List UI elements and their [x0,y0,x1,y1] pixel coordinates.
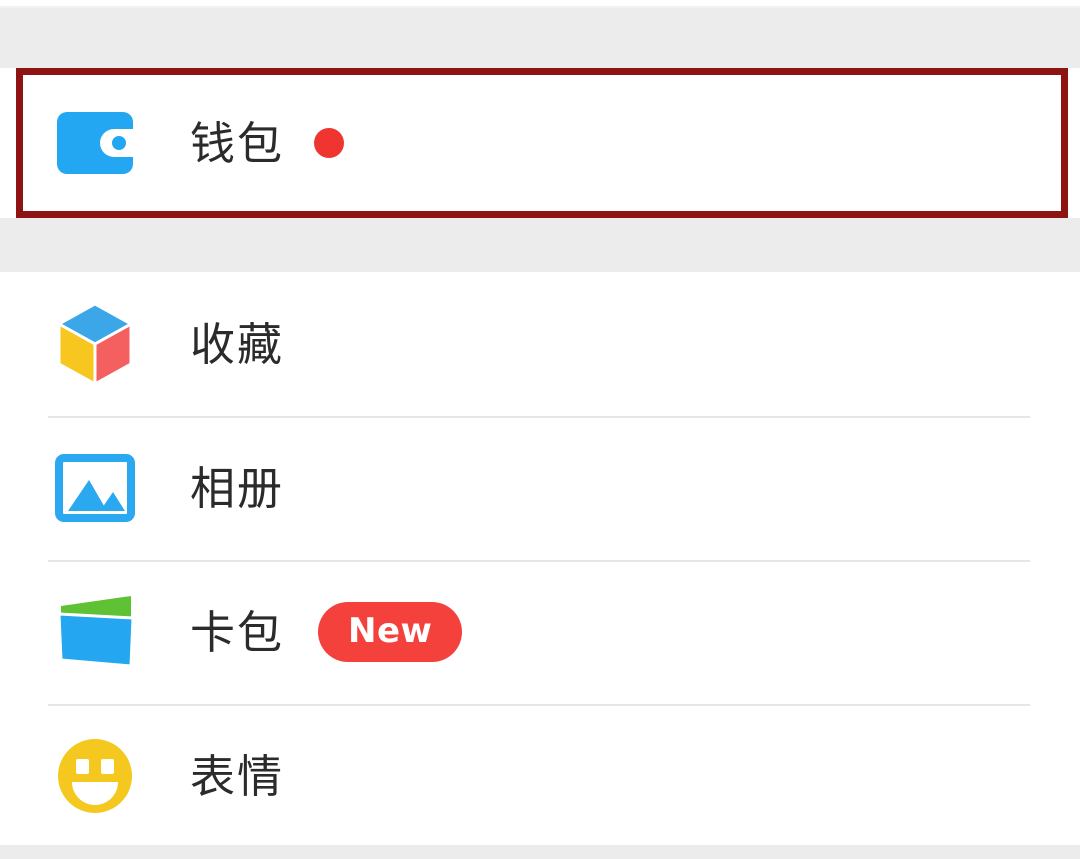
stickers-icon-cell [0,737,190,815]
wallet-icon [57,112,133,174]
stickers-row-text: 表情 [190,754,284,799]
list-item-label: 收藏 [190,317,285,371]
smiley-emoji-icon [56,737,134,815]
wallet-icon-cell [0,112,190,174]
app-screen: 钱包 收藏 相册 卡包 New 表情 [0,0,1080,859]
list-item-album[interactable]: 相册 [0,416,1080,560]
album-row-text: 相册 [190,466,284,511]
new-badge: New [318,602,463,662]
wallet-row-text: 钱包 [190,116,345,170]
middle-gray-spacer [0,218,1080,272]
cards-icon-cell [0,594,190,670]
wallet-section: 钱包 [0,68,1080,218]
unread-red-dot-badge [314,128,345,158]
list-item-stickers[interactable]: 表情 [0,704,1080,848]
list-item-label: 相册 [190,461,285,515]
list-item-wallet[interactable]: 钱包 [0,68,1080,218]
bottom-gray-spacer [0,845,1080,859]
album-icon-cell [0,454,190,522]
list-item-label: 钱包 [190,116,285,170]
list-item-label: 卡包 [190,605,285,659]
favorites-cube-icon [56,302,134,386]
settings-list: 收藏 相册 卡包 New 表情 [0,272,1080,848]
cards-row-text: 卡包 New [190,602,463,662]
photo-album-icon [55,454,135,522]
favorites-icon-cell [0,302,190,386]
card-package-icon [53,594,137,670]
list-item-label: 表情 [190,749,285,803]
list-item-favorites[interactable]: 收藏 [0,272,1080,416]
top-gray-spacer [0,8,1080,68]
list-item-cards[interactable]: 卡包 New [0,560,1080,704]
favorites-row-text: 收藏 [190,322,284,367]
